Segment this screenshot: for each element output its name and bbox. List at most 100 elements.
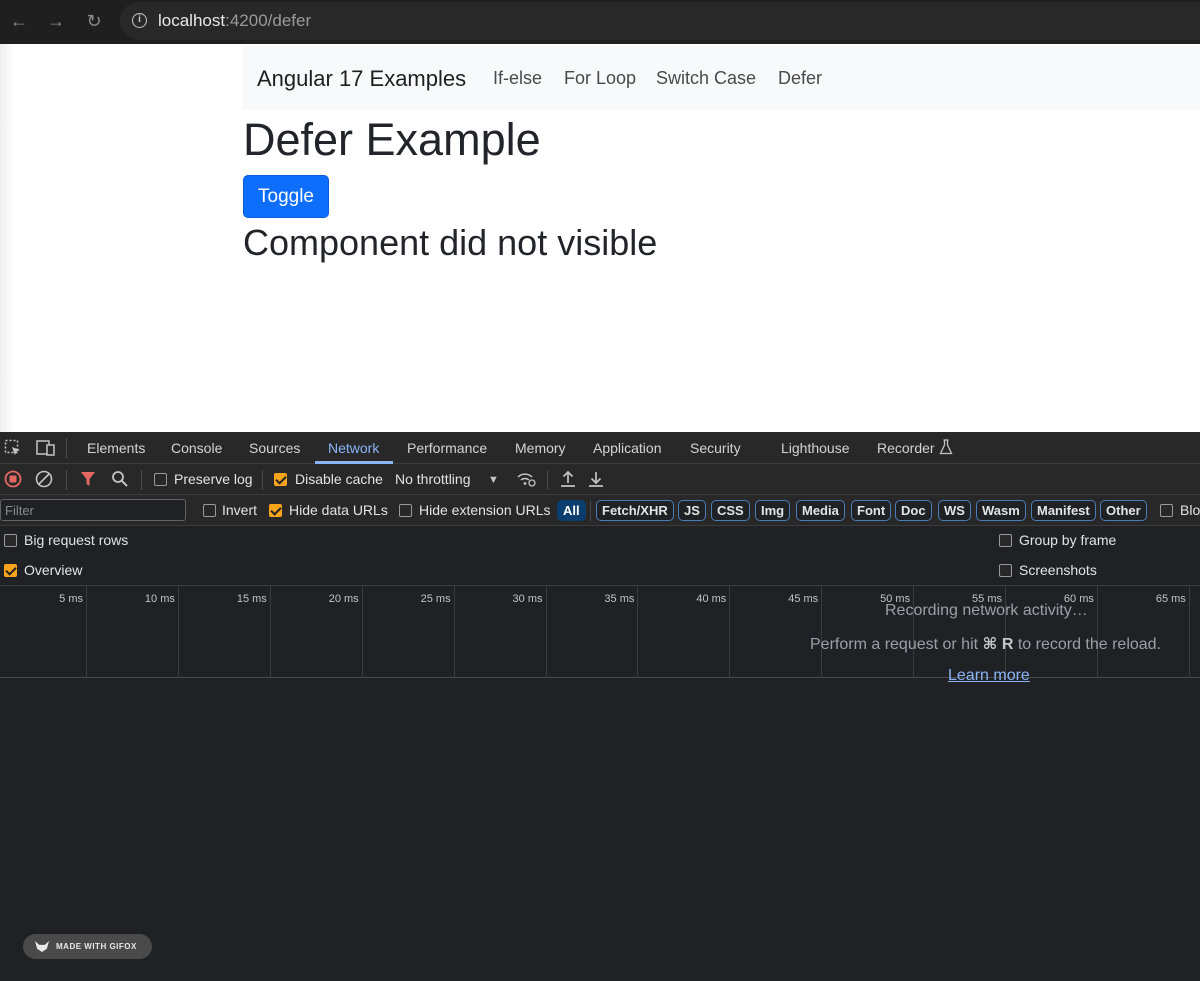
hide-extension-urls-label[interactable]: Hide extension URLs	[419, 502, 551, 518]
component-status-text: Component did not visible	[243, 222, 658, 263]
throttling-select[interactable]: No throttling	[395, 471, 470, 487]
stop-recording-icon[interactable]	[4, 470, 22, 493]
device-toolbar-icon[interactable]	[36, 439, 56, 462]
timeline-gridline	[821, 586, 823, 678]
page-title: Defer Example	[243, 114, 541, 165]
viewport-edge-shadow	[0, 44, 14, 432]
url-host: localhost	[158, 11, 226, 30]
clear-icon[interactable]	[35, 470, 53, 493]
hide-data-urls-checkbox[interactable]	[269, 504, 282, 517]
timeline-gridline	[453, 586, 455, 678]
screenshots-checkbox[interactable]	[999, 564, 1012, 577]
watermark-text: MADE WITH GIFOX	[56, 942, 137, 951]
network-overview-timeline[interactable]: 5 ms 10 ms 15 ms 20 ms 25 ms 30 ms 35 ms 40 ms 4…	[0, 586, 1200, 678]
timeline-tick-label: 15 ms	[236, 593, 267, 605]
disable-cache-checkbox[interactable]	[274, 473, 287, 486]
timeline-tick-label: 20 ms	[328, 593, 359, 605]
url-path: :4200/defer	[225, 11, 312, 30]
learn-more-link[interactable]: Learn more	[948, 667, 1030, 685]
filter-type-ws[interactable]: WS	[938, 500, 971, 521]
tab-performance[interactable]: Performance	[407, 440, 487, 456]
recording-title: Recording network activity…	[885, 602, 1088, 619]
filter-type-manifest[interactable]: Manifest	[1031, 500, 1096, 521]
filter-type-media[interactable]: Media	[796, 500, 845, 521]
network-conditions-icon[interactable]	[516, 470, 536, 493]
timeline-tick-label: 10 ms	[144, 593, 175, 605]
reload-icon[interactable]: ↻	[83, 10, 105, 32]
search-icon[interactable]	[111, 470, 129, 493]
url-text[interactable]: localhost:4200/defer	[158, 11, 311, 31]
filter-type-doc[interactable]: Doc	[895, 500, 932, 521]
nav-link-for-loop[interactable]: For Loop	[564, 68, 636, 89]
timeline-gridline	[1188, 586, 1190, 678]
tab-security[interactable]: Security	[690, 440, 741, 456]
filter-type-fetch-xhr[interactable]: Fetch/XHR	[596, 500, 674, 521]
fox-icon	[35, 941, 49, 952]
recording-hint: Perform a request or hit ⌘ R to record t…	[810, 634, 1161, 654]
app-navbar: Angular 17 Examples If-else For Loop Swi…	[243, 46, 1200, 110]
blocked-requests-checkbox[interactable]	[1160, 504, 1173, 517]
address-bar[interactable]: i localhost:4200/defer	[120, 2, 1200, 40]
big-request-rows-label[interactable]: Big request rows	[24, 532, 128, 548]
tab-console[interactable]: Console	[171, 440, 222, 456]
hide-data-urls-label[interactable]: Hide data URLs	[289, 502, 388, 518]
filter-type-all[interactable]: All	[557, 500, 586, 521]
invert-checkbox[interactable]	[203, 504, 216, 517]
blocked-requests-label[interactable]: Blo	[1180, 502, 1200, 518]
back-icon[interactable]: ←	[8, 10, 30, 32]
navbar-brand[interactable]: Angular 17 Examples	[257, 66, 466, 92]
preserve-log-label[interactable]: Preserve log	[174, 471, 253, 487]
preserve-log-checkbox[interactable]	[154, 473, 167, 486]
page-viewport: Angular 17 Examples If-else For Loop Swi…	[0, 44, 1200, 432]
network-settings-pane: Big request rows Overview Group by frame…	[0, 526, 1200, 586]
divider	[590, 501, 591, 521]
timeline-gridline	[269, 586, 271, 678]
nav-link-if-else[interactable]: If-else	[493, 68, 542, 89]
filter-icon[interactable]	[80, 470, 96, 493]
timeline-gridline	[1005, 586, 1006, 678]
timeline-gridline	[86, 586, 87, 678]
timeline-tick-label: 40 ms	[696, 593, 727, 605]
filter-type-css[interactable]: CSS	[711, 500, 750, 521]
filter-type-js[interactable]: JS	[678, 500, 706, 521]
divider	[66, 470, 67, 490]
hide-extension-urls-checkbox[interactable]	[399, 504, 412, 517]
filter-type-wasm[interactable]: Wasm	[976, 500, 1026, 521]
disable-cache-label[interactable]: Disable cache	[295, 471, 383, 487]
timeline-tick-label: 25 ms	[420, 593, 451, 605]
site-info-icon[interactable]: i	[132, 13, 147, 28]
group-by-frame-label[interactable]: Group by frame	[1019, 532, 1116, 548]
tab-lighthouse[interactable]: Lighthouse	[781, 440, 850, 456]
import-har-icon[interactable]	[560, 470, 576, 493]
nav-link-switch-case[interactable]: Switch Case	[656, 68, 756, 89]
nav-link-defer[interactable]: Defer	[778, 68, 822, 89]
screenshots-label[interactable]: Screenshots	[1019, 562, 1097, 578]
filter-type-img[interactable]: Img	[755, 500, 791, 521]
group-by-frame-checkbox[interactable]	[999, 534, 1012, 547]
invert-label[interactable]: Invert	[222, 502, 257, 518]
forward-icon[interactable]: →	[45, 10, 67, 32]
tab-sources[interactable]: Sources	[249, 440, 300, 456]
tab-application[interactable]: Application	[593, 440, 662, 456]
tab-elements[interactable]: Elements	[87, 440, 145, 456]
hint-suffix: to record the reload.	[1017, 636, 1162, 653]
export-har-icon[interactable]	[588, 470, 604, 493]
big-request-rows-checkbox[interactable]	[4, 534, 17, 547]
tab-network[interactable]: Network	[328, 440, 379, 456]
toggle-button[interactable]: Toggle	[243, 175, 329, 218]
filter-type-other[interactable]: Other	[1100, 500, 1147, 521]
timeline-tick-label: 45 ms	[788, 593, 819, 605]
filter-input[interactable]	[0, 499, 186, 521]
tab-memory[interactable]: Memory	[515, 440, 566, 456]
overview-label[interactable]: Overview	[24, 562, 82, 578]
inspect-element-icon[interactable]	[4, 439, 22, 462]
chevron-down-icon[interactable]: ▼	[488, 471, 499, 489]
hint-prefix: Perform a request or hit	[810, 636, 979, 653]
overview-checkbox[interactable]	[4, 564, 17, 577]
timeline-gridline	[177, 586, 179, 678]
filter-type-font[interactable]: Font	[851, 500, 892, 521]
divider	[66, 438, 67, 458]
tab-recorder[interactable]: Recorder	[877, 440, 935, 456]
divider	[141, 470, 142, 490]
network-filter-bar: Invert Hide data URLs Hide extension URL…	[0, 495, 1200, 526]
